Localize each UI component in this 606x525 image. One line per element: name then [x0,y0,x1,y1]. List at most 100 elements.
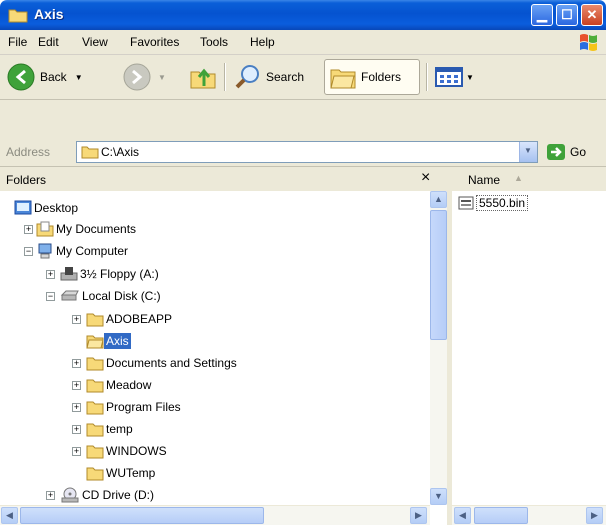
close-folders-pane-button[interactable]: × [421,169,430,187]
tree-item-label: CD Drive (D:) [82,488,154,502]
tree-item-label: Local Disk (C:) [82,289,161,303]
tree-item-documents-and-settings[interactable]: Documents and Settings [86,353,239,373]
back-button[interactable]: Back ▼ [6,59,83,95]
folder-icon [86,467,104,481]
window-title: Axis [34,6,64,22]
expand-toggle[interactable]: + [46,270,55,279]
chevron-down-icon: ▼ [524,146,532,155]
scroll-left-button[interactable]: ◀ [454,507,471,524]
folder-icon [8,9,28,23]
back-label: Back [40,70,67,84]
menu-help[interactable]: Help [250,35,275,49]
expand-toggle[interactable]: + [24,225,33,234]
folders-button[interactable]: Folders [324,59,420,95]
address-dropdown-button[interactable]: ▼ [519,142,537,162]
binary-file-icon [458,196,474,210]
tree-item-adobeapp[interactable]: ADOBEAPP [86,309,174,329]
tree-item-temp[interactable]: temp [86,419,135,439]
windows-logo-icon [580,34,597,51]
address-input[interactable]: C:\Axis ▼ [76,141,538,163]
tree-item-my-documents[interactable]: My Documents [36,219,138,239]
file-item[interactable]: 5550.bin [458,194,529,212]
expand-toggle[interactable]: + [72,381,81,390]
folder-icon [86,313,104,327]
chevron-down-icon: ▼ [434,491,443,501]
folder-tree: Desktop + My Documents − My Computer + 3… [0,191,430,505]
tree-item-label: Program Files [106,400,181,414]
chevron-down-icon[interactable]: ▼ [75,73,83,82]
cd-drive-icon [61,487,79,503]
file-list-horizontal-scrollbar[interactable]: ◀ ▶ [452,505,606,525]
menu-favorites[interactable]: Favorites [130,35,179,49]
tree-item-desktop[interactable]: Desktop [14,198,80,218]
folder-icon [86,423,104,437]
tree-item-local-disk[interactable]: Local Disk (C:) [60,286,163,306]
expand-toggle[interactable]: + [72,315,81,324]
tree-item-windows[interactable]: WINDOWS [86,441,169,461]
tree-item-axis[interactable]: Axis [86,331,131,351]
folder-tree-vertical-scrollbar[interactable]: ▲ ▼ [430,191,447,505]
close-icon: ✕ [586,7,598,22]
tree-item-label: Meadow [106,378,152,392]
tree-item-meadow[interactable]: Meadow [86,375,153,395]
back-arrow-icon [7,63,35,91]
toolbar: Back ▼ ▼ Search Folders ▼ [0,55,606,139]
tree-item-my-computer[interactable]: My Computer [36,241,130,261]
chevron-down-icon[interactable]: ▼ [158,73,166,82]
scroll-left-button[interactable]: ◀ [1,507,18,524]
tree-item-floppy[interactable]: 3½ Floppy (A:) [60,264,161,284]
forward-button[interactable]: ▼ [122,59,166,95]
chevron-down-icon[interactable]: ▼ [466,73,474,82]
go-button[interactable]: Go [546,142,586,162]
search-button[interactable]: Search [234,59,304,95]
folder-icon [86,445,104,459]
scroll-right-button[interactable]: ▶ [410,507,427,524]
scroll-right-button[interactable]: ▶ [586,507,603,524]
expand-toggle[interactable]: + [72,425,81,434]
tree-item-label: Documents and Settings [106,356,237,370]
views-button[interactable]: ▼ [434,59,474,95]
tree-item-label: WINDOWS [106,444,167,458]
scroll-down-button[interactable]: ▼ [430,488,447,505]
standard-buttons: Back ▼ ▼ Search Folders ▼ [0,55,606,100]
desktop-icon [14,200,32,215]
expand-toggle[interactable]: + [72,359,81,368]
expand-toggle[interactable]: + [46,491,55,500]
name-column-header[interactable]: Name [468,173,500,187]
expand-toggle[interactable]: + [72,403,81,412]
tree-item-label: Desktop [34,201,79,215]
folders-label: Folders [361,70,402,84]
toolbar-separator [426,63,428,91]
tree-item-program-files[interactable]: Program Files [86,397,183,417]
computer-icon [38,243,52,259]
collapse-toggle[interactable]: − [46,292,55,301]
expand-toggle[interactable]: + [72,447,81,456]
menu-view[interactable]: View [82,35,108,49]
menu-tools[interactable]: Tools [200,35,228,49]
chevron-right-icon: ▶ [415,510,422,520]
tree-item-cd-drive[interactable]: CD Drive (D:) [60,485,156,505]
address-value: C:\Axis [101,145,140,159]
maximize-button[interactable]: ☐ [556,4,578,26]
scroll-up-button[interactable]: ▲ [430,191,447,208]
menu-edit[interactable]: Edit [38,35,59,49]
go-arrow-icon [547,144,565,160]
up-folder-button[interactable] [188,59,218,95]
tree-item-label: WUTemp [106,466,156,480]
scroll-thumb[interactable] [430,210,447,340]
scroll-thumb[interactable] [20,507,264,524]
folder-icon [86,379,104,393]
up-folder-icon [190,68,216,89]
scroll-thumb[interactable] [474,507,528,524]
file-name: 5550.bin [476,195,529,211]
folder-tree-horizontal-scrollbar[interactable]: ◀ ▶ [0,505,430,525]
minimize-icon: ▁ [537,7,547,22]
minimize-button[interactable]: ▁ [531,4,553,26]
chevron-left-icon: ◀ [6,510,13,520]
menu-file[interactable]: File [8,35,27,49]
chevron-up-icon: ▲ [434,194,443,204]
collapse-toggle[interactable]: − [24,247,33,256]
forward-arrow-icon [123,63,151,91]
close-button[interactable]: ✕ [581,4,603,26]
tree-item-wutemp[interactable]: WUTemp [86,463,157,483]
